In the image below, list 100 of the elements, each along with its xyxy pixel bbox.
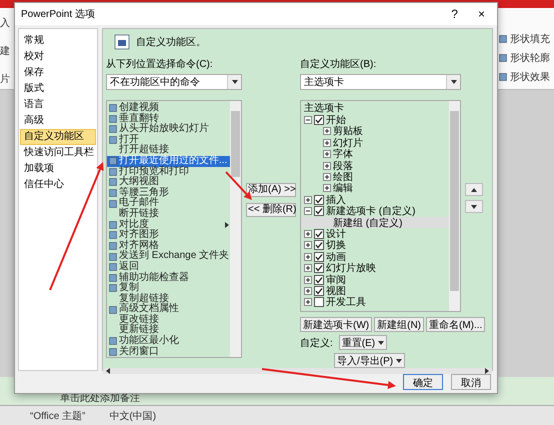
command-item[interactable]: 打开超链接 [107,145,230,156]
expand-icon[interactable] [323,150,331,158]
nav-item[interactable]: 常规 [20,33,96,49]
ribbon-label[interactable]: 入 [0,16,12,30]
tab-tree-item[interactable]: 设计 [301,228,449,240]
tree-action-button[interactable]: 新建组(N) [374,317,424,332]
command-item[interactable]: 创建视频 [107,103,230,114]
reset-button[interactable]: 重置(E) [338,335,388,350]
up-arrow-icon [471,186,477,192]
tab-tree-item[interactable]: 开发工具 [301,296,449,308]
nav-item[interactable]: 信任中心 [20,177,96,193]
command-item[interactable]: 返回 [107,262,230,272]
tab-tree-item[interactable]: 开始 [301,114,449,126]
tab-tree-item[interactable]: 新建选项卡 (自定义) [301,206,449,217]
expand-icon[interactable] [323,127,331,136]
expand-icon[interactable] [323,162,331,170]
command-item[interactable]: 高级文档属性 [107,304,230,315]
group-tree-item[interactable]: 幻灯片 [301,137,449,149]
target-dropdown[interactable]: 主选项卡 [300,74,461,90]
field-label: 自定义功能区(B): [300,58,378,71]
expand-icon[interactable] [304,196,312,204]
nav-item[interactable]: 加载项 [20,161,96,177]
import-export-button[interactable]: 导入/导出(P) [334,353,406,368]
checkbox[interactable] [314,252,324,262]
ribbon-label[interactable]: 建 [0,44,12,58]
checkbox[interactable] [314,206,324,216]
caret-icon [378,340,384,346]
checkbox[interactable] [314,115,324,126]
command-item[interactable]: 对齐图形 [107,230,230,241]
nav-item[interactable]: 版式 [20,81,96,97]
tab-tree-item[interactable]: 插入 [301,194,449,206]
checkbox[interactable] [314,274,324,285]
command-item[interactable]: 从头开始放映幻灯片 [107,124,230,135]
status-text[interactable]: 中文(中国) [109,408,156,422]
cancel-button[interactable]: 取消 [451,374,491,390]
group-tree-item[interactable]: 新建组 (自定义) [301,216,449,228]
nav-item[interactable]: 语言 [20,97,96,113]
collapse-icon[interactable] [304,207,312,216]
group-tree-item[interactable]: 绘图 [301,171,449,183]
add-button[interactable]: 添加(A) >> [246,183,296,197]
scrollbar[interactable] [449,101,460,311]
remove-button[interactable]: << 删除(R) [246,203,296,217]
tab-tree-item[interactable]: 动画 [301,251,449,262]
checkbox[interactable] [314,286,324,296]
ribbon-command[interactable]: 形状填充 [510,32,550,46]
ok-button[interactable]: 确定 [403,374,443,390]
expand-icon[interactable] [304,264,312,272]
move-up-button[interactable] [465,183,483,196]
group-tree-item[interactable]: 剪贴板 [301,126,449,138]
nav-item[interactable]: 校对 [20,49,96,65]
expand-icon[interactable] [323,173,331,182]
nav-item[interactable]: 保存 [20,65,96,81]
nav-item[interactable]: 自定义功能区 [20,129,96,145]
expand-icon[interactable] [304,298,312,306]
source-dropdown[interactable]: 不在功能区中的命令 [106,74,242,90]
expand-icon[interactable] [323,138,331,147]
expand-icon[interactable] [304,252,312,261]
move-down-button[interactable] [465,200,483,213]
tab-tree-item[interactable]: 视图 [301,285,449,297]
expand-icon[interactable] [304,276,312,284]
dialog-title: PowerPoint 选项 [21,8,96,21]
command-item[interactable]: 对齐网格 [107,240,230,252]
status-text[interactable]: “Office 主题” [30,408,86,422]
checkbox[interactable] [314,263,324,274]
command-item[interactable]: 大纲视图 [107,177,230,188]
expand-icon[interactable] [304,241,312,250]
tree-header: 主选项卡 [303,103,345,114]
command-item[interactable]: 发送到 Exchange 文件夹 [107,251,230,262]
close-button[interactable]: × [472,7,491,21]
group-tree-item[interactable]: 编辑 [301,182,449,194]
checkbox[interactable] [314,240,324,250]
checkbox[interactable] [314,228,324,239]
tree-action-button[interactable]: 新建选项卡(W) [300,317,372,332]
ribbon-command[interactable]: 形状轮廓 [510,51,550,65]
tab-tree-item[interactable]: 切换 [301,240,449,252]
expand-icon[interactable] [304,286,312,295]
checkbox[interactable] [314,297,324,308]
command-item[interactable]: 电子邮件 [107,198,230,209]
expand-icon[interactable] [323,184,331,192]
tree-action-button[interactable]: 重命名(M)... [426,317,486,332]
help-button[interactable]: ? [445,7,464,21]
command-item[interactable]: 打开最近使用过的文件... [107,156,230,167]
expand-icon[interactable] [304,230,312,238]
command-item[interactable]: 复制 [107,283,230,294]
checkbox[interactable] [314,194,324,205]
horizontal-scrollbar[interactable] [103,368,492,374]
group-tree-item[interactable]: 字体 [301,148,449,160]
nav-item[interactable]: 快速访问工具栏 [20,145,96,161]
command-item[interactable]: 关闭窗口 [107,346,230,357]
tab-tree-item[interactable]: 审阅 [301,274,449,286]
ribbon-label[interactable]: 片 [0,72,12,86]
scrollbar[interactable] [230,101,241,357]
command-item[interactable]: 断开链接 [107,208,230,220]
ribbon-command[interactable]: 形状效果 [510,70,550,84]
command-item[interactable]: 功能区最小化 [107,336,230,347]
tab-tree-item[interactable]: 幻灯片放映 [301,262,449,274]
collapse-icon[interactable] [304,116,312,124]
group-tree-item[interactable]: 段落 [301,160,449,172]
nav-item[interactable]: 高级 [20,113,96,129]
caret-icon [396,358,402,364]
